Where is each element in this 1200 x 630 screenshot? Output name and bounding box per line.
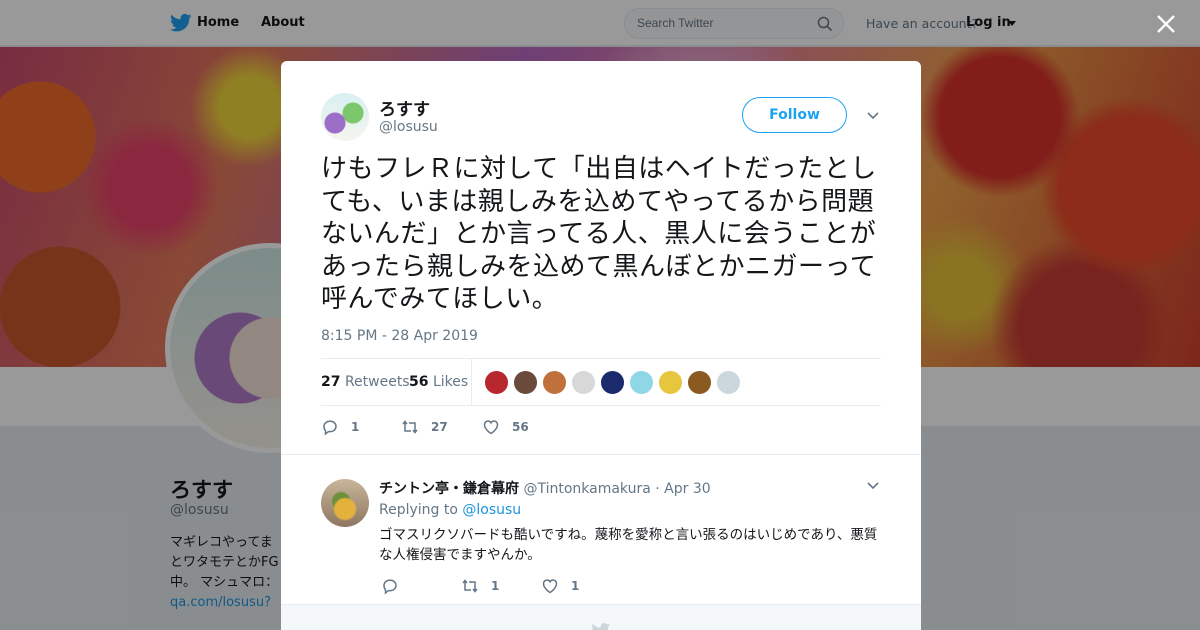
- reply-retweet-button[interactable]: 1: [461, 576, 499, 596]
- retweet-button[interactable]: 27: [401, 417, 448, 437]
- modal-footer: [281, 604, 921, 630]
- reply-icon: [383, 579, 397, 595]
- tweet-modal: ろすす @losusu Follow けもフレＲに対して「出自はヘイトだったとし…: [281, 61, 921, 630]
- reply-like-count: 1: [571, 579, 580, 593]
- tweet-stats: 27 Retweets 56 Likes: [321, 358, 881, 406]
- reply-button[interactable]: 1: [321, 417, 359, 437]
- reply-header: チントン亭・鎌倉幕府 @Tintonkamakura · Apr 30: [379, 478, 711, 498]
- chevron-down-icon[interactable]: [866, 481, 880, 491]
- liker-avatar[interactable]: [484, 370, 509, 395]
- reply-author-avatar[interactable]: [321, 479, 369, 527]
- tweet-timestamp[interactable]: 8:15 PM - 28 Apr 2019: [321, 328, 478, 344]
- replying-to: Replying to @losusu: [379, 502, 521, 518]
- divider: [281, 454, 921, 455]
- likes-count: 56: [409, 374, 429, 390]
- reply-reply-button[interactable]: [381, 576, 411, 596]
- tweet-text: けもフレＲに対して「出自はヘイトだったとしても、いまは親しみを込めてやってるから…: [321, 154, 877, 314]
- reply-date[interactable]: · Apr 30: [655, 481, 710, 497]
- twitter-bird-icon: [592, 623, 611, 630]
- chevron-down-icon[interactable]: [866, 111, 880, 121]
- stat-divider: [471, 359, 472, 406]
- like-button[interactable]: 56: [482, 417, 529, 437]
- replying-to-label: Replying to: [379, 502, 458, 518]
- retweets-count: 27: [321, 374, 341, 390]
- heart-icon: [542, 579, 558, 594]
- reply-author-name[interactable]: チントン亭・鎌倉幕府: [379, 481, 519, 497]
- retweet-icon: [402, 420, 418, 434]
- reply-text: ゴマスリクソバードも酷いですね。蔑称を愛称と言い張るのはいじめであり、悪質な人権…: [379, 527, 878, 563]
- reply-count: 1: [351, 420, 360, 434]
- retweets-label: Retweets: [344, 374, 410, 390]
- liker-avatar[interactable]: [687, 370, 712, 395]
- reply-like-button[interactable]: 1: [541, 576, 579, 596]
- replying-to-handle[interactable]: @losusu: [462, 502, 521, 518]
- tweet-author-avatar[interactable]: [321, 93, 369, 141]
- likes-label: Likes: [432, 374, 469, 390]
- like-count: 56: [512, 420, 529, 434]
- reply-icon: [323, 420, 337, 436]
- liker-avatar[interactable]: [542, 370, 567, 395]
- likes-stat[interactable]: 56 Likes: [409, 374, 468, 390]
- retweet-icon: [462, 579, 478, 593]
- liker-avatar[interactable]: [716, 370, 741, 395]
- tweet-author-handle[interactable]: @losusu: [379, 119, 438, 135]
- reply-author-handle[interactable]: @Tintonkamakura: [523, 481, 650, 497]
- reply-retweet-count: 1: [491, 579, 500, 593]
- liker-avatar[interactable]: [658, 370, 683, 395]
- close-icon[interactable]: [1155, 13, 1177, 35]
- retweets-stat[interactable]: 27 Retweets: [321, 374, 410, 390]
- tweet-author-name[interactable]: ろすす: [379, 95, 430, 120]
- follow-button[interactable]: Follow: [742, 97, 847, 133]
- liker-avatar[interactable]: [629, 370, 654, 395]
- liker-avatar[interactable]: [513, 370, 538, 395]
- heart-icon: [483, 420, 499, 435]
- retweet-count: 27: [431, 420, 448, 434]
- liker-avatar[interactable]: [600, 370, 625, 395]
- liker-avatar[interactable]: [571, 370, 596, 395]
